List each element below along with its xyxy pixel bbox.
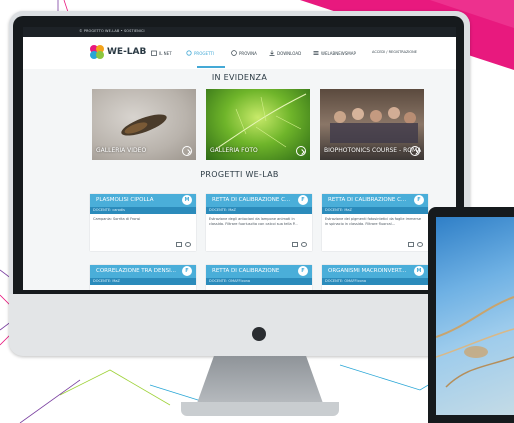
- tablet-screen: [436, 217, 514, 415]
- project-title: RETTA DI CALIBRAZIONE C...: [328, 197, 407, 203]
- puzzle-logo-icon[interactable]: [89, 44, 105, 60]
- project-teacher: DOCENTE: MaZ: [206, 207, 312, 214]
- project-title: ORGANISMI MACROINVERT...: [328, 268, 407, 274]
- top-bar: © PROGETTO WE-LAB • SOSTIENICI: [23, 27, 456, 45]
- featured-card-biophotonics[interactable]: BIOPHOTONICS COURSE - ROMA: [320, 89, 424, 160]
- arrow-circle-icon[interactable]: [410, 146, 420, 156]
- project-badge: F: [298, 266, 308, 276]
- featured-card-video[interactable]: GALLERIA VIDEO: [92, 89, 196, 160]
- projects-section-title: PROGETTI WE-LAB: [200, 170, 279, 179]
- project-badge: M: [414, 266, 424, 276]
- nav-item-download[interactable]: DOWNLOAD: [269, 50, 301, 56]
- featured-section-title: IN EVIDENZA: [211, 73, 268, 82]
- project-title: CORRELAZIONE TRA DENSI...: [96, 268, 176, 274]
- download-icon: [269, 50, 275, 56]
- nav-label: IL NET: [159, 50, 172, 56]
- nav-item-provina[interactable]: PROVINA: [231, 50, 257, 56]
- project-badge: F: [298, 195, 308, 205]
- project-teacher: DOCENTE: OMAFFIcona: [322, 278, 428, 285]
- project-teacher: DOCENTE: carodis: [90, 207, 196, 214]
- project-actions: [176, 242, 191, 247]
- top-bar-text: © PROGETTO WE-LAB • SOSTIENICI: [79, 29, 145, 33]
- monitor-stand: [196, 356, 324, 406]
- project-title: RETTA DI CALIBRAZIONE C...: [212, 197, 291, 203]
- monitor-chin: [9, 294, 470, 356]
- project-teacher: DOCENTE: MaZ: [322, 207, 428, 214]
- nav-item-welabnewsmap[interactable]: WELABNEWSMAP: [313, 50, 356, 56]
- tablet-photo: [436, 296, 514, 388]
- logo-text[interactable]: WE-LAB: [107, 47, 146, 57]
- gear-icon: [186, 50, 192, 56]
- project-description: Campania: Sorrita di Fronsi: [93, 217, 141, 221]
- nav-label: PROGETTI: [194, 50, 214, 56]
- featured-card-label: BIOPHOTONICS COURSE - ROMA: [324, 147, 422, 154]
- featured-card-label: GALLERIA VIDEO: [96, 147, 147, 154]
- project-title: RETTA DI CALIBRAZIONE: [212, 268, 280, 274]
- arrow-circle-icon[interactable]: [182, 146, 192, 156]
- project-card[interactable]: ORGANISMI MACROINVERT... M DOCENTE: OMAF…: [322, 265, 428, 290]
- project-card[interactable]: PLASMOLISI CIPOLLA M DOCENTE: carodis Ca…: [90, 194, 196, 251]
- featured-card-label: GALLERIA FOTO: [210, 147, 258, 154]
- building-icon: [151, 50, 157, 56]
- monitor-stand-base: [181, 402, 339, 416]
- monitor-logo-dot: [252, 327, 266, 341]
- project-actions: [292, 242, 307, 247]
- project-description: Estrazione dei pigmenti fotosintetici da…: [325, 217, 421, 226]
- project-actions: [408, 242, 423, 247]
- project-badge: F: [414, 195, 424, 205]
- project-teacher: DOCENTE: OMAFFIcona: [206, 278, 312, 285]
- featured-card-photo[interactable]: GALLERIA FOTO: [206, 89, 310, 160]
- nav-active-indicator: [197, 66, 225, 68]
- project-badge: F: [182, 266, 192, 276]
- menu-icon: [313, 51, 319, 55]
- smiley-icon: [231, 50, 237, 56]
- nav-label: DOWNLOAD: [277, 50, 302, 56]
- nav-item-progetti[interactable]: PROGETTI: [186, 50, 214, 56]
- project-title: PLASMOLISI CIPOLLA: [96, 197, 154, 203]
- website-screen: © PROGETTO WE-LAB • SOSTIENICI WE-LAB IL…: [23, 27, 456, 290]
- folder-icon[interactable]: [176, 242, 182, 247]
- microscope-insect-image: [121, 114, 167, 136]
- folder-icon[interactable]: [408, 242, 414, 247]
- folder-icon[interactable]: [292, 242, 298, 247]
- project-card[interactable]: RETTA DI CALIBRAZIONE C... F DOCENTE: Ma…: [206, 194, 312, 251]
- nav-item-il-net[interactable]: IL NET: [151, 50, 172, 56]
- project-badge: M: [182, 195, 192, 205]
- share-icon[interactable]: [301, 242, 307, 247]
- nav-label: WELABNEWSMAP: [321, 50, 356, 56]
- navbar: WE-LAB IL NET PROGETTI PROVINA DOWNLOAD …: [23, 37, 456, 69]
- login-link[interactable]: ACCEDI / REGISTRAZIONE: [372, 50, 417, 54]
- project-card[interactable]: RETTA DI CALIBRAZIONE C... F DOCENTE: Ma…: [322, 194, 428, 251]
- share-icon[interactable]: [185, 242, 191, 247]
- share-icon[interactable]: [417, 242, 423, 247]
- project-description: Estrazione degli antociani da lampone an…: [209, 217, 298, 226]
- project-teacher: DOCENTE: MaZ: [90, 278, 196, 285]
- project-card[interactable]: CORRELAZIONE TRA DENSI... F DOCENTE: MaZ: [90, 265, 196, 290]
- arrow-circle-icon[interactable]: [296, 146, 306, 156]
- project-card[interactable]: RETTA DI CALIBRAZIONE F DOCENTE: OMAFFIc…: [206, 265, 312, 290]
- nav-label: PROVINA: [239, 50, 257, 56]
